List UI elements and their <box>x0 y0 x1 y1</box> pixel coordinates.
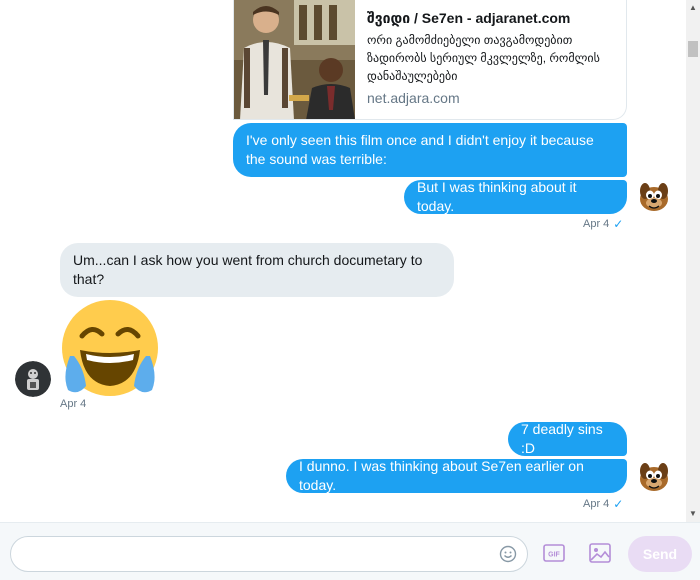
scrollbar[interactable]: ▲ ▼ <box>686 0 700 522</box>
incoming-message[interactable]: Um...can I ask how you went from church … <box>60 243 454 297</box>
link-preview-card[interactable]: შვიდი / Se7en - adjaranet.com ორი გამომძ… <box>233 0 627 120</box>
link-preview-title[interactable]: შვიდი / Se7en - adjaranet.com <box>367 9 618 27</box>
link-preview-description: ორი გამომძიებელი თავგამოდებით ზადირობს ს… <box>367 33 600 83</box>
arrow-down-icon[interactable]: ▼ <box>686 508 700 520</box>
avatar[interactable] <box>636 179 672 215</box>
gif-label: GIF <box>548 552 560 559</box>
conversation-panel: შვიდი / Se7en - adjaranet.com ორი გამომძ… <box>0 0 686 522</box>
message-text: I've only seen this film once and I didn… <box>246 132 594 167</box>
avatar[interactable] <box>15 361 51 397</box>
outgoing-message[interactable]: But I was thinking about it today. <box>404 179 627 214</box>
message-input-container <box>10 536 528 572</box>
outgoing-message[interactable]: I dunno. I was thinking about Se7en earl… <box>286 458 627 493</box>
message-meta: Apr 4 ✓ <box>583 497 623 511</box>
link-preview-thumbnail <box>234 0 355 119</box>
send-button[interactable]: Send <box>628 536 692 572</box>
read-receipt-icon: ✓ <box>613 497 624 511</box>
message-text: Um...can I ask how you went from church … <box>73 252 423 287</box>
gif-icon[interactable]: GIF <box>543 542 565 564</box>
laughing-emoji-message[interactable] <box>60 298 160 398</box>
message-timestamp: Apr 4 <box>60 398 87 410</box>
message-text: But I was thinking about it today. <box>417 179 577 214</box>
message-meta: Apr 4 <box>60 398 86 410</box>
message-text: 7 deadly sins :D <box>521 421 603 456</box>
outgoing-message[interactable]: I've only seen this film once and I didn… <box>233 123 627 177</box>
message-meta: Apr 4 ✓ <box>583 217 623 231</box>
outgoing-message[interactable]: 7 deadly sins :D <box>508 421 627 456</box>
message-composer: GIF Send <box>0 522 700 580</box>
avatar[interactable] <box>636 459 672 495</box>
message-input[interactable] <box>23 537 493 571</box>
arrow-up-icon[interactable]: ▲ <box>686 2 700 14</box>
message-timestamp: Apr 4 <box>583 218 610 230</box>
read-receipt-icon: ✓ <box>613 217 624 231</box>
scrollbar-thumb[interactable] <box>688 41 698 57</box>
image-icon[interactable] <box>589 542 611 564</box>
message-timestamp: Apr 4 <box>583 498 610 510</box>
message-text: I dunno. I was thinking about Se7en earl… <box>299 458 584 493</box>
link-preview-domain: net.adjara.com <box>367 90 460 106</box>
smiley-icon[interactable] <box>499 545 517 563</box>
